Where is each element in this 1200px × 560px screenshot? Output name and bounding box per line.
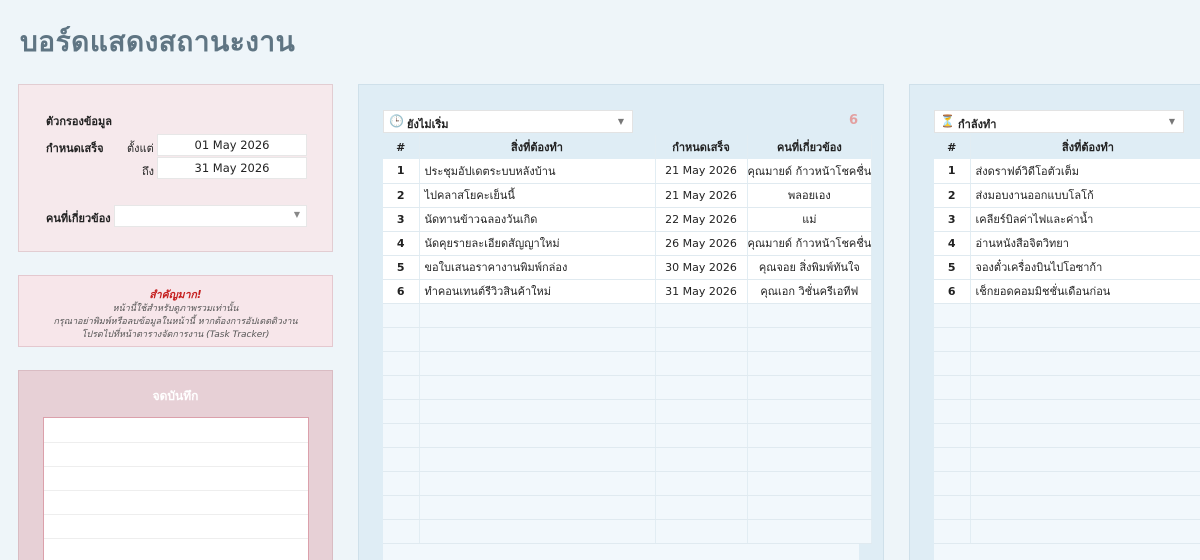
- row-task: ไปคลาสโยคะเย็นนี้: [419, 183, 656, 208]
- row-due: 31 May 2026: [655, 279, 748, 304]
- table-row[interactable]: 3 เคลียร์บิลค่าไฟและค่าน้ำ: [934, 207, 1200, 232]
- row-people: คุณเอก วิชั่นครีเอทีฟ: [747, 279, 873, 304]
- row-task: ส่งมอบงานออกแบบโลโก้: [970, 183, 1200, 208]
- notice-line-2: กรุณาอย่าพิมพ์หรือลบข้อมูลในหน้านี้ หากต…: [53, 317, 298, 327]
- col-header-num: #: [934, 135, 971, 159]
- row-task: เคลียร์บิลค่าไฟและค่าน้ำ: [970, 207, 1200, 232]
- row-task: อ่านหนังสือจิตวิทยา: [970, 231, 1200, 256]
- table-row[interactable]: 3 นัดทานข้าวฉลองวันเกิด 22 May 2026 แม่: [383, 207, 873, 232]
- row-task: ทำคอนเทนต์รีวิวสินค้าใหม่: [419, 279, 656, 304]
- table-row[interactable]: 1 ประชุมอัปเดตระบบหลังบ้าน 21 May 2026 ค…: [383, 159, 873, 184]
- row-people: พลอยเอง: [747, 183, 873, 208]
- status-select-label: ยังไม่เริ่ม: [407, 118, 449, 131]
- not-started-panel: 🕒 ยังไม่เริ่ม ▼ 6 # สิ่งที่ต้องทำ กำหนดเ…: [358, 84, 884, 560]
- row-num: 1: [383, 159, 420, 184]
- row-task: ส่งดราฟต์วิดีโอตัวเต็ม: [970, 159, 1200, 184]
- col-header-due: กำหนดเสร็จ: [655, 135, 748, 159]
- table-row[interactable]: 4 อ่านหนังสือจิตวิทยา: [934, 231, 1200, 256]
- to-label: ถึง: [142, 165, 155, 178]
- in-progress-table: # สิ่งที่ต้องทำ 1 ส่งดราฟต์วิดีโอตัวเต็ม…: [934, 135, 1200, 544]
- row-due: 21 May 2026: [655, 183, 748, 208]
- row-num: 1: [934, 159, 971, 184]
- row-people: แม่: [747, 207, 873, 232]
- col-header-people: คนที่เกี่ยวข้อง: [747, 135, 873, 159]
- notice-panel: สำคัญมาก! หน้านี้ใช้สำหรับดูภาพรวมเท่านั…: [18, 275, 333, 347]
- row-task: เช็กยอดคอมมิชชั่นเดือนก่อน: [970, 279, 1200, 304]
- col-header-num: #: [383, 135, 420, 159]
- row-due: 30 May 2026: [655, 255, 748, 280]
- row-num: 5: [934, 255, 971, 280]
- row-due: 22 May 2026: [655, 207, 748, 232]
- notes-title: จดบันทึก: [152, 389, 199, 403]
- row-num: 2: [383, 183, 420, 208]
- filter-panel: ตัวกรองข้อมูล กำหนดเสร็จ ตั้งแต่ 01 May …: [18, 84, 333, 252]
- row-num: 6: [383, 279, 420, 304]
- chevron-down-icon: ▼: [617, 117, 624, 126]
- not-started-table: # สิ่งที่ต้องทำ กำหนดเสร็จ คนที่เกี่ยวข้…: [383, 135, 873, 544]
- table-row[interactable]: 4 นัดคุยรายละเอียดสัญญาใหม่ 26 May 2026 …: [383, 231, 873, 256]
- clock-icon: 🕒: [389, 114, 404, 128]
- row-people: คุณจอย สิ่งพิมพ์ทันใจ: [747, 255, 873, 280]
- row-num: 5: [383, 255, 420, 280]
- table-row[interactable]: 2 ไปคลาสโยคะเย็นนี้ 21 May 2026 พลอยเอง: [383, 183, 873, 208]
- table-row[interactable]: 2 ส่งมอบงานออกแบบโลโก้: [934, 183, 1200, 208]
- row-num: 3: [934, 207, 971, 232]
- from-date-input[interactable]: 01 May 2026: [157, 134, 307, 156]
- from-label: ตั้งแต่: [127, 142, 154, 155]
- notice-line-3: โปรดไปที่หน้าตารางจัดการงาน (Task Tracke…: [81, 330, 270, 340]
- task-count-badge: 6: [849, 113, 859, 128]
- table-row[interactable]: 5 ขอใบเสนอราคางานพิมพ์กล่อง 30 May 2026 …: [383, 255, 873, 280]
- page-title: บอร์ดแสดงสถานะงาน: [20, 25, 296, 58]
- row-num: 2: [934, 183, 971, 208]
- chevron-down-icon: ▼: [293, 210, 300, 219]
- people-filter-label: คนที่เกี่ยวข้อง: [46, 212, 111, 225]
- row-task: นัดคุยรายละเอียดสัญญาใหม่: [419, 231, 656, 256]
- row-due: 21 May 2026: [655, 159, 748, 184]
- table-row[interactable]: 6 เช็กยอดคอมมิชชั่นเดือนก่อน: [934, 279, 1200, 304]
- row-num: 3: [383, 207, 420, 232]
- notes-panel: จดบันทึก: [18, 370, 333, 560]
- col-header-task: สิ่งที่ต้องทำ: [419, 135, 656, 159]
- row-task: นัดทานข้าวฉลองวันเกิด: [419, 207, 656, 232]
- to-date-input[interactable]: 31 May 2026: [157, 157, 307, 179]
- table-row[interactable]: 6 ทำคอนเทนต์รีวิวสินค้าใหม่ 31 May 2026 …: [383, 279, 873, 304]
- notice-line-1: หน้านี้ใช้สำหรับดูภาพรวมเท่านั้น: [112, 304, 239, 314]
- row-task: จองตั๋วเครื่องบินไปโอซาก้า: [970, 255, 1200, 280]
- col-header-task: สิ่งที่ต้องทำ: [970, 135, 1200, 159]
- due-label: กำหนดเสร็จ: [46, 142, 104, 155]
- status-select-in-progress[interactable]: ⏳ กำลังทำ ▼: [934, 110, 1184, 133]
- row-people: คุณมายด์ ก้าวหน้าโชคชื่น: [747, 159, 873, 184]
- table-row[interactable]: 1 ส่งดราฟต์วิดีโอตัวเต็ม: [934, 159, 1200, 184]
- row-people: คุณมายด์ ก้าวหน้าโชคชื่น: [747, 231, 873, 256]
- people-filter-select[interactable]: ▼: [114, 205, 307, 227]
- row-num: 6: [934, 279, 971, 304]
- notes-textarea[interactable]: [43, 417, 309, 560]
- row-due: 26 May 2026: [655, 231, 748, 256]
- in-progress-panel: ⏳ กำลังทำ ▼ # สิ่งที่ต้องทำ 1 ส่งดราฟต์ว…: [909, 84, 1200, 560]
- chevron-down-icon: ▼: [1168, 117, 1175, 126]
- table-row[interactable]: 5 จองตั๋วเครื่องบินไปโอซาก้า: [934, 255, 1200, 280]
- filter-heading: ตัวกรองข้อมูล: [46, 115, 112, 128]
- status-select-label: กำลังทำ: [958, 118, 997, 131]
- row-num: 4: [383, 231, 420, 256]
- status-select-not-started[interactable]: 🕒 ยังไม่เริ่ม ▼: [383, 110, 633, 133]
- row-num: 4: [934, 231, 971, 256]
- row-task: ขอใบเสนอราคางานพิมพ์กล่อง: [419, 255, 656, 280]
- hourglass-icon: ⏳: [940, 114, 955, 128]
- row-task: ประชุมอัปเดตระบบหลังบ้าน: [419, 159, 656, 184]
